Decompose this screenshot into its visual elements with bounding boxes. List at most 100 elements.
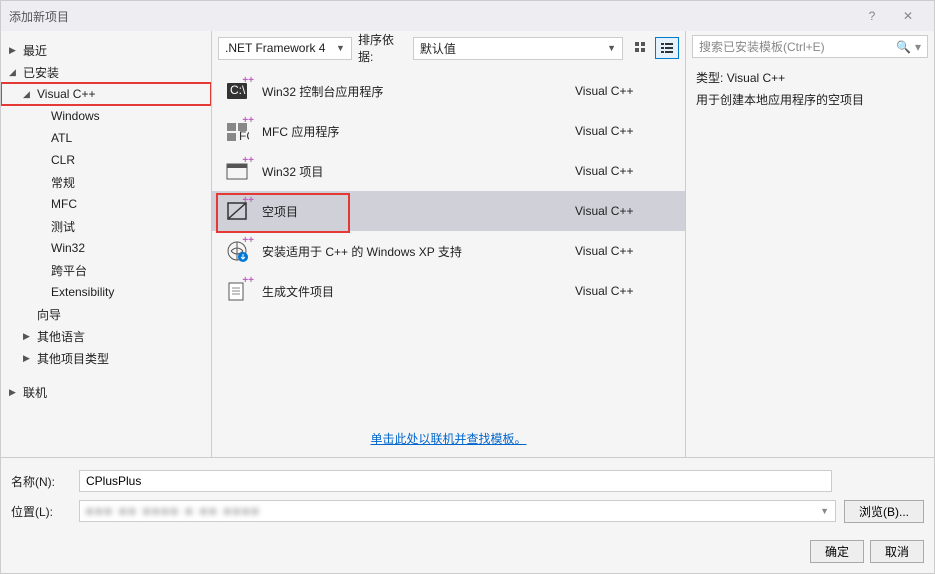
template-lang: Visual C++	[575, 204, 675, 218]
help-button[interactable]: ?	[854, 9, 890, 23]
template-item[interactable]: ++ 安装适用于 C++ 的 Windows XP 支持Visual C++	[212, 231, 685, 271]
name-input[interactable]	[79, 470, 832, 492]
template-item[interactable]: C:\++ Win32 控制台应用程序Visual C++	[212, 71, 685, 111]
tree-item[interactable]: ◢已安装	[1, 61, 211, 83]
template-name: Win32 项目	[262, 163, 575, 180]
list-view-button[interactable]	[655, 37, 679, 59]
sort-label: 排序依据:	[358, 31, 407, 65]
online-templates-link[interactable]: 单击此处以联机并查找模板。	[370, 432, 526, 446]
template-list: C:\++Win32 控制台应用程序Visual C++FC++MFC 应用程序…	[212, 65, 685, 420]
template-lang: Visual C++	[575, 244, 675, 258]
tree-item-label: Extensibility	[51, 285, 114, 299]
footer: 确定 取消	[1, 534, 934, 573]
template-name: 空项目	[262, 203, 575, 220]
tree-item[interactable]: ▶最近	[1, 39, 211, 61]
template-item[interactable]: ++ 生成文件项目Visual C++	[212, 271, 685, 311]
template-name: Win32 控制台应用程序	[262, 83, 575, 100]
console-icon: C:\++	[222, 77, 252, 105]
tree-item-label: CLR	[51, 153, 75, 167]
tree-item[interactable]: ◢Visual C++	[1, 83, 211, 105]
tree-item-label: 其他项目类型	[37, 350, 109, 367]
search-placeholder: 搜索已安装模板(Ctrl+E)	[699, 38, 825, 55]
online-link-row: 单击此处以联机并查找模板。	[212, 420, 685, 457]
tree-item-label: 常规	[51, 174, 75, 191]
expand-arrow-icon: ◢	[23, 89, 37, 100]
expand-arrow-icon: ◢	[9, 67, 23, 78]
template-lang: Visual C++	[575, 164, 675, 178]
tree-item[interactable]: ▶其他语言	[1, 325, 211, 347]
ok-button[interactable]: 确定	[810, 540, 864, 563]
type-label: 类型:	[696, 71, 723, 85]
right-panel: 搜索已安装模板(Ctrl+E) 🔍 ▾ 类型: Visual C++ 用于创建本…	[686, 31, 934, 457]
cancel-button[interactable]: 取消	[870, 540, 924, 563]
location-combo[interactable]: ■■■ ■■ ■■■■ ■ ■■ ■■■■ ▼	[79, 500, 836, 522]
template-item[interactable]: ++ 空项目Visual C++	[212, 191, 685, 231]
name-row: 名称(N):	[11, 466, 924, 496]
browse-button[interactable]: 浏览(B)...	[844, 500, 924, 523]
tree-item-label: 测试	[51, 218, 75, 235]
close-button[interactable]: ✕	[890, 9, 926, 23]
type-value: Visual C++	[727, 71, 785, 85]
tree-item[interactable]: ▶其他项目类型	[1, 347, 211, 369]
template-name: 生成文件项目	[262, 283, 575, 300]
tree-item[interactable]: ▶联机	[1, 381, 211, 403]
tree-item-label: ATL	[51, 131, 72, 145]
center-panel: .NET Framework 4 ▼ 排序依据: 默认值 ▼ C:\++ Win3…	[211, 31, 686, 457]
chevron-down-icon: ▾	[915, 40, 921, 54]
expand-arrow-icon: ▶	[9, 387, 23, 398]
tree-item[interactable]: ▶MFC	[1, 193, 211, 215]
location-value: ■■■ ■■ ■■■■ ■ ■■ ■■■■	[86, 504, 261, 518]
svg-text:FC: FC	[239, 129, 249, 142]
tree-item[interactable]: ▶Windows	[1, 105, 211, 127]
template-item[interactable]: ++ Win32 项目Visual C++	[212, 151, 685, 191]
grid-view-button[interactable]	[629, 37, 653, 59]
tree-item-label: Windows	[51, 109, 100, 123]
tree-item-label: MFC	[51, 197, 77, 211]
tree-item-label: 联机	[23, 384, 47, 401]
template-name: MFC 应用程序	[262, 123, 575, 140]
description: 用于创建本地应用程序的空项目	[696, 90, 924, 112]
download-icon: ++	[222, 237, 252, 265]
template-detail: 类型: Visual C++ 用于创建本地应用程序的空项目	[692, 68, 928, 111]
tree-item[interactable]: ▶常规	[1, 171, 211, 193]
location-label: 位置(L):	[11, 503, 71, 520]
empty-icon: ++	[222, 197, 252, 225]
titlebar: 添加新项目 ? ✕	[1, 1, 934, 31]
tree-item-label: Visual C++	[37, 87, 95, 101]
template-name: 安装适用于 C++ 的 Windows XP 支持	[262, 243, 575, 260]
mfc-icon: FC++	[222, 117, 252, 145]
tree-item[interactable]: ▶向导	[1, 303, 211, 325]
framework-combo[interactable]: .NET Framework 4 ▼	[218, 37, 352, 60]
tree-item-label: 其他语言	[37, 328, 85, 345]
tree-item-label: Win32	[51, 241, 85, 255]
template-lang: Visual C++	[575, 84, 675, 98]
bottom-panel: 名称(N): 位置(L): ■■■ ■■ ■■■■ ■ ■■ ■■■■ ▼ 浏览…	[1, 457, 934, 534]
expand-arrow-icon: ▶	[23, 331, 37, 342]
tree-item[interactable]: ▶ATL	[1, 127, 211, 149]
tree-item[interactable]: ▶Extensibility	[1, 281, 211, 303]
template-lang: Visual C++	[575, 284, 675, 298]
list-icon	[660, 41, 674, 55]
template-lang: Visual C++	[575, 124, 675, 138]
search-input[interactable]: 搜索已安装模板(Ctrl+E) 🔍 ▾	[692, 35, 928, 58]
tree-item[interactable]: ▶Win32	[1, 237, 211, 259]
category-tree: ▶最近◢已安装◢Visual C++▶Windows▶ATL▶CLR▶常规▶MF…	[1, 31, 211, 457]
chevron-down-icon: ▼	[607, 43, 616, 53]
sort-combo[interactable]: 默认值 ▼	[413, 37, 623, 60]
location-row: 位置(L): ■■■ ■■ ■■■■ ■ ■■ ■■■■ ▼ 浏览(B)...	[11, 496, 924, 526]
chevron-down-icon: ▼	[820, 506, 829, 516]
tree-item[interactable]: ▶测试	[1, 215, 211, 237]
tree-item[interactable]: ▶跨平台	[1, 259, 211, 281]
expand-arrow-icon: ▶	[23, 353, 37, 364]
name-label: 名称(N):	[11, 473, 71, 490]
tree-item-label: 最近	[23, 42, 47, 59]
search-icon: 🔍	[896, 40, 911, 54]
makefile-icon: ++	[222, 277, 252, 305]
template-item[interactable]: FC++ MFC 应用程序Visual C++	[212, 111, 685, 151]
win32-icon: ++	[222, 157, 252, 185]
tree-item[interactable]: ▶CLR	[1, 149, 211, 171]
tree-item-label: 向导	[37, 306, 61, 323]
expand-arrow-icon: ▶	[9, 45, 23, 56]
tree-item-label: 跨平台	[51, 262, 87, 279]
chevron-down-icon: ▼	[336, 43, 345, 53]
